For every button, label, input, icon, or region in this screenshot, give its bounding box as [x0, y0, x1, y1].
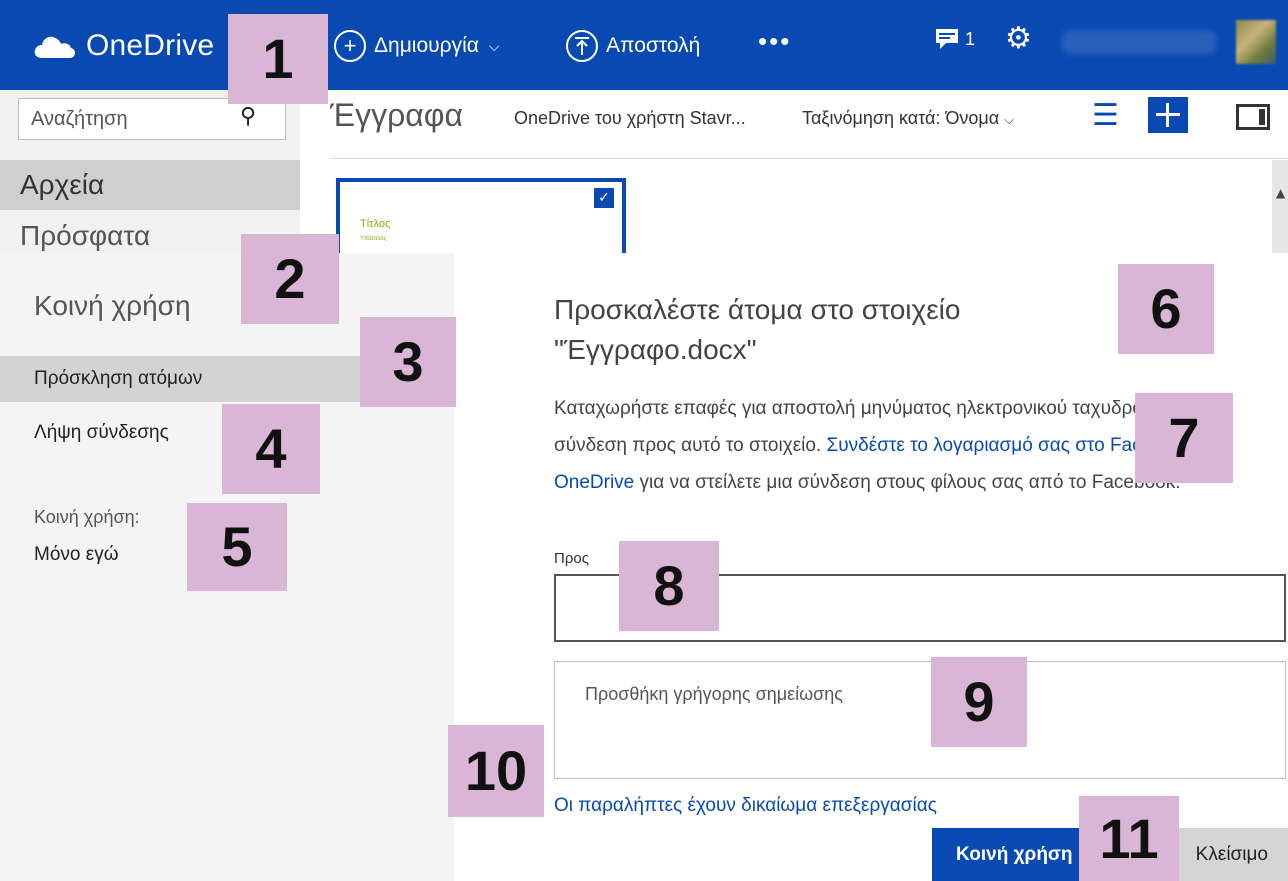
user-name-blurred[interactable]	[1062, 30, 1216, 54]
details-pane-icon[interactable]	[1236, 104, 1270, 130]
search-placeholder: Αναζήτηση	[31, 107, 128, 130]
upload-button[interactable]: Αποστολή	[566, 24, 700, 68]
cloud-icon	[34, 36, 75, 58]
search-icon[interactable]: ⚲	[240, 104, 256, 129]
callout-badge: 11	[1079, 796, 1179, 881]
create-label: Δημιουργία	[374, 34, 479, 57]
upload-label: Αποστολή	[606, 34, 701, 57]
shared-with-label: Κοινή χρήση:	[34, 507, 140, 527]
screenshot: OneDrive + Δημιουργία ⌵ Αποστολή ••• 1 ⚙…	[0, 0, 1288, 881]
list-view-icon[interactable]: ☰	[1092, 98, 1119, 133]
chevron-down-icon: ⌵	[488, 37, 500, 54]
tile-subheading: Υπότιτλος	[360, 236, 387, 242]
chevron-up-icon[interactable]: ▲	[1276, 186, 1285, 200]
tile-heading: Τίτλος	[360, 218, 391, 230]
option-get-link[interactable]: Λήψη σύνδεσης	[34, 422, 169, 444]
invite-heading: Προσκαλέστε άτομα στο στοιχείο "Έγγραφο.…	[554, 294, 961, 365]
callout-badge: 6	[1118, 264, 1214, 354]
callout-badge: 9	[931, 657, 1027, 747]
callout-badge: 10	[448, 725, 544, 817]
note-textarea[interactable]: Προσθήκη γρήγορης σημείωσης	[554, 661, 1286, 779]
description-tail: για να στείλετε μια σύνδεση στους φίλους…	[634, 472, 1181, 493]
thumbnail-view-icon[interactable]	[1148, 97, 1188, 133]
sort-dropdown[interactable]: Ταξινόμηση κατά: Όνομα ⌵	[802, 108, 1014, 129]
share-button[interactable]: Κοινή χρήση	[932, 828, 1100, 881]
sort-label: Ταξινόμηση κατά: Όνομα	[802, 108, 1000, 128]
avatar[interactable]	[1236, 20, 1276, 64]
scrollbar[interactable]	[1272, 160, 1288, 260]
notifications-count: 1	[965, 28, 976, 49]
callout-badge: 4	[222, 404, 320, 494]
nav-item-files[interactable]: Αρχεία	[0, 160, 300, 210]
checkmark-icon[interactable]: ✓	[594, 188, 614, 208]
callout-badge: 3	[360, 317, 456, 407]
create-button[interactable]: + Δημιουργία ⌵	[334, 24, 500, 68]
more-options-button[interactable]: •••	[758, 26, 791, 57]
breadcrumb[interactable]: OneDrive του χρήστη Stavr...	[514, 108, 746, 129]
chevron-down-icon: ⌵	[1004, 112, 1015, 127]
edit-permission-link[interactable]: Οι παραλήπτες έχουν δικαίωμα επεξεργασία…	[554, 795, 937, 817]
upload-icon	[566, 30, 598, 62]
page-title: Έγγραφα	[330, 97, 464, 133]
share-dialog-title: Κοινή χρήση	[34, 290, 191, 321]
divider	[330, 158, 1288, 159]
gear-icon[interactable]: ⚙	[1005, 24, 1032, 54]
shared-with-value: Μόνο εγώ	[34, 544, 119, 565]
callout-badge: 8	[619, 541, 719, 631]
brand-name: OneDrive	[86, 29, 215, 62]
callout-badge: 2	[241, 234, 339, 324]
notifications-button[interactable]: 1	[935, 28, 975, 50]
plus-icon: +	[334, 30, 366, 62]
to-label: Προς	[554, 550, 589, 567]
document-tile[interactable]: ✓ Τίτλος Υπότιτλος	[336, 178, 626, 262]
callout-badge: 7	[1135, 393, 1233, 483]
onedrive-logo[interactable]: OneDrive	[32, 24, 214, 68]
top-bar: OneDrive + Δημιουργία ⌵ Αποστολή ••• 1 ⚙	[0, 0, 1288, 90]
note-placeholder: Προσθήκη γρήγορης σημείωσης	[585, 684, 843, 704]
callout-badge: 5	[187, 503, 287, 591]
callout-badge: 1	[228, 14, 328, 104]
chat-icon	[936, 29, 958, 49]
nav-item-recent[interactable]: Πρόσφατα	[20, 220, 150, 252]
